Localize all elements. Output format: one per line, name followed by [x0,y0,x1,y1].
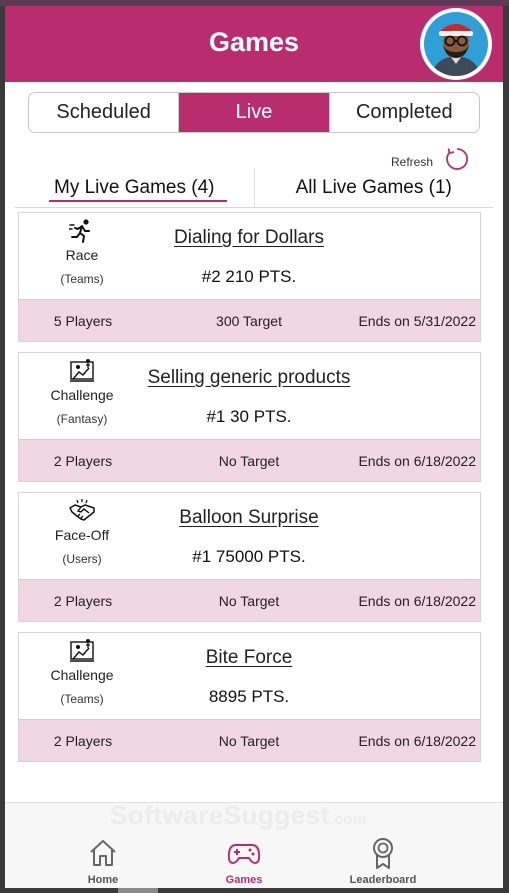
active-underline [49,200,227,202]
game-type-label: Challenge [50,387,114,403]
game-name-link[interactable]: Balloon Surprise [129,507,369,529]
game-type-sub: (Teams) [60,272,104,286]
game-type: Challenge (Fantasy) [19,353,145,438]
target: No Target [218,452,280,469]
content-area: Scheduled Live Completed Refresh My Live… [5,82,503,802]
game-card[interactable]: Face-Off (Users) Balloon Surprise #1 750… [18,492,481,622]
subtab-label: All Live Games (1) [295,176,452,198]
game-type: Challenge (Teams) [19,633,145,718]
live-games-subtabs: My Live Games (4) All Live Games (1) [15,168,493,208]
runner-icon [69,219,90,243]
game-score: #1 30 PTS. [206,407,292,426]
watermark-suffix: .com [329,811,367,828]
watermark: SoftwareSuggest.com [110,800,367,831]
target: 300 Target [216,312,282,329]
subtab-my-live-games[interactable]: My Live Games (4) [15,168,254,207]
app-frame: Games Scheduled Live Completed Refresh M… [5,6,503,888]
subtab-all-live-games[interactable]: All Live Games (1) [253,168,494,207]
game-type-sub: (Fantasy) [56,412,108,426]
target: No Target [218,592,280,609]
players-count: 2 Players [53,592,113,609]
handshake-icon [69,499,95,521]
watermark-text: SoftwareSuggest [110,800,330,830]
home-icon [90,840,116,866]
players-count: 2 Players [53,732,113,749]
game-type-label: Challenge [50,667,114,683]
tab-scheduled[interactable]: Scheduled [29,93,178,132]
game-type: Race (Teams) [19,213,145,298]
game-type-sub: (Users) [62,552,102,566]
game-score: #1 75000 PTS. [192,547,306,566]
tab-live[interactable]: Live [178,93,329,132]
scrollbar-thumb[interactable] [118,888,158,893]
refresh-label: Refresh [391,154,434,169]
subtab-label: My Live Games (4) [54,176,215,198]
avatar[interactable] [420,8,492,80]
nav-leaderboard-label: Leaderboard [349,874,417,886]
game-name-link[interactable]: Bite Force [129,647,369,669]
target: No Target [218,732,280,749]
tab-completed[interactable]: Completed [328,93,479,132]
game-card[interactable]: Challenge (Fantasy) Selling generic prod… [18,352,481,482]
game-type-sub: (Teams) [60,692,104,706]
challenge-icon [70,639,94,662]
gamepad-icon [228,844,260,864]
end-date: Ends on 5/31/2022 [358,312,476,329]
end-date: Ends on 6/18/2022 [358,732,476,749]
end-date: Ends on 6/18/2022 [358,592,476,609]
game-card[interactable]: Race (Teams) Dialing for Dollars #2 210 … [18,212,481,342]
game-score: 8895 PTS. [208,687,290,706]
players-count: 2 Players [53,452,113,469]
game-card-footer: 2 Players No Target Ends on 6/18/2022 [19,719,480,761]
game-score: #2 210 PTS. [201,267,297,286]
app-header: Games [5,6,503,82]
status-tabs: Scheduled Live Completed [28,92,480,133]
game-name-link[interactable]: Selling generic products [129,367,369,389]
end-date: Ends on 6/18/2022 [358,452,476,469]
award-icon [373,838,393,869]
game-name-link[interactable]: Dialing for Dollars [129,227,369,249]
game-card-footer: 5 Players 300 Target Ends on 5/31/2022 [19,299,480,341]
game-card[interactable]: Challenge (Teams) Bite Force 8895 PTS. 2… [18,632,481,762]
game-type-label: Face-Off [54,527,110,543]
nav-home-label: Home [87,874,119,886]
nav-games-label: Games [225,874,263,886]
game-type: Face-Off (Users) [19,493,145,578]
players-count: 5 Players [53,312,113,329]
challenge-icon [70,359,94,382]
game-type-label: Race [65,247,99,263]
game-card-footer: 2 Players No Target Ends on 6/18/2022 [19,579,480,621]
game-card-footer: 2 Players No Target Ends on 6/18/2022 [19,439,480,481]
